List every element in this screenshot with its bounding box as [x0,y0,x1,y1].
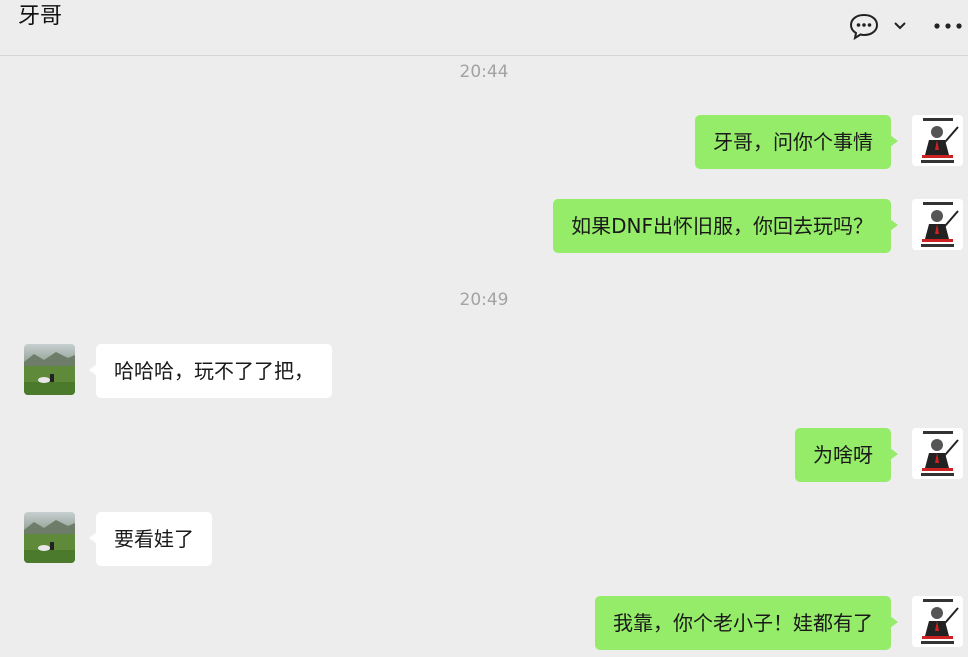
timestamp: 20:44 [459,62,509,82]
message-bubble-outgoing[interactable]: 为啥呀 [795,428,898,482]
chat-header: 牙哥 [0,0,968,56]
avatar-me[interactable] [912,596,963,647]
chevron-down-icon[interactable] [890,10,910,42]
avatar-contact[interactable] [24,344,75,395]
message-bubble-outgoing[interactable]: 牙哥，问你个事情 [695,115,898,169]
message-bubble-incoming[interactable]: 要看娃了 [89,512,212,566]
message-bubble-outgoing[interactable]: 如果DNF出怀旧服，你回去玩吗？ [553,199,898,253]
message-bubble-incoming[interactable]: 哈哈哈，玩不了了把， [89,344,332,398]
avatar-me[interactable] [912,199,963,250]
avatar-me[interactable] [912,115,963,166]
timestamp: 20:49 [459,290,509,310]
chat-bubble-icon[interactable] [846,10,882,42]
chat-title: 牙哥 [18,4,63,29]
message-bubble-outgoing[interactable]: 我靠，你个老小子！娃都有了 [595,596,898,650]
avatar-contact[interactable] [24,512,75,563]
avatar-me[interactable] [912,428,963,479]
more-dots-icon[interactable] [930,10,966,42]
